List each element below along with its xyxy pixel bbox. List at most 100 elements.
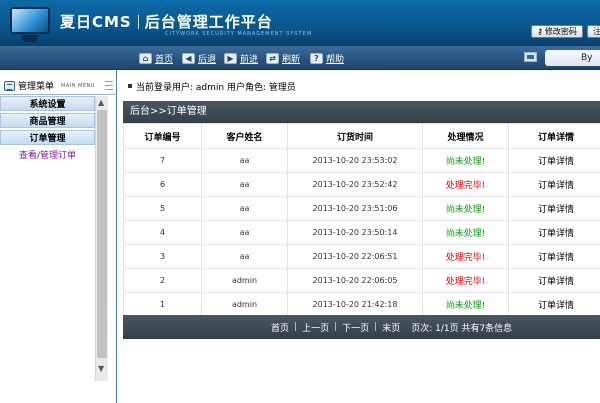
- order-detail-link[interactable]: 订单详情: [509, 269, 600, 292]
- order-table-wrapper: 订单编号 客户姓名 订货时间 处理情况 订单详情 7 aa 2013-10-20 2…: [123, 123, 600, 317]
- sidebar-item-order-management[interactable]: 订单管理: [0, 130, 95, 145]
- table-row: 7 aa 2013-10-20 23:53:02 尚未处理! 订单详情: [124, 149, 600, 172]
- order-id-cell: 6: [124, 173, 201, 196]
- pagination-bar: 首页 | 上一页 | 下一页 | 末页 页次: 1/1页 共有7条信息: [123, 315, 600, 339]
- arrow-right-icon: ▶: [224, 52, 237, 64]
- order-id-cell: 3: [124, 245, 201, 268]
- refresh-icon: ⇄: [266, 52, 279, 64]
- order-table: 订单编号 客户姓名 订货时间 处理情况 订单详情 7 aa 2013-10-20 2…: [123, 123, 600, 317]
- change-password-label: 修改密码: [544, 27, 577, 36]
- help-icon: ?: [310, 52, 323, 64]
- column-header: 订单详情: [509, 124, 600, 148]
- table-header-row: 订单编号 客户姓名 订货时间 处理情况 订单详情: [124, 124, 600, 148]
- nav-home-label: 首页: [155, 54, 174, 65]
- nav-help[interactable]: ? 帮助: [310, 51, 344, 65]
- sidebar-item-product-management[interactable]: 商品管理: [0, 113, 95, 128]
- order-detail-link[interactable]: 订单详情: [509, 221, 600, 244]
- pager-first-link[interactable]: 首页: [271, 321, 289, 334]
- order-id-cell: 1: [124, 293, 201, 316]
- column-header: 客户姓名: [202, 124, 287, 148]
- customer-name-cell: aa: [202, 197, 287, 220]
- order-detail-link[interactable]: 订单详情: [509, 293, 600, 316]
- nav-back[interactable]: ◀ 后退: [182, 51, 216, 65]
- order-time-cell: 2013-10-20 22:06:05: [288, 269, 422, 292]
- nav-forward[interactable]: ▶ 前进: [224, 51, 258, 65]
- order-time-cell: 2013-10-20 23:52:42: [288, 173, 422, 196]
- menu-icon: [4, 80, 15, 91]
- customer-name-cell: aa: [202, 245, 287, 268]
- sidebar-header: 管理菜单 MAIN MENU: [0, 77, 116, 95]
- app-subtitle: CITYWORK SECURITY MANAGEMENT SYSTEM: [165, 31, 313, 37]
- table-row: 1 admin 2013-10-20 21:42:18 尚未处理! 订单详情: [124, 293, 600, 316]
- order-id-cell: 5: [124, 197, 201, 220]
- sidebar-item-label: 系统设置: [29, 100, 66, 110]
- order-time-cell: 2013-10-20 22:06:51: [288, 245, 422, 268]
- order-time-cell: 2013-10-20 23:53:02: [288, 149, 422, 172]
- top-banner: 夏日CMS 后台管理工作平台 CITYWORK SECURITY MANAGEME…: [0, 0, 600, 46]
- customer-name-cell: admin: [202, 293, 287, 316]
- order-time-cell: 2013-10-20 21:42:18: [288, 293, 422, 316]
- sidebar-title: 管理菜单: [18, 82, 55, 92]
- customer-name-cell: admin: [202, 269, 287, 292]
- user-bar: 当前登录用户: admin 用户角色: 管理员: [128, 80, 296, 93]
- order-detail-link[interactable]: 订单详情: [509, 149, 600, 172]
- order-time-cell: 2013-10-20 23:51:06: [288, 197, 422, 220]
- table-row: 3 aa 2013-10-20 22:06:51 处理完毕! 订单详情: [124, 245, 600, 268]
- order-detail-link[interactable]: 订单详情: [509, 197, 600, 220]
- logout-label: 注: [593, 27, 600, 36]
- arrow-left-icon: ◀: [182, 52, 195, 64]
- order-time-cell: 2013-10-20 23:50:14: [288, 221, 422, 244]
- nav-back-label: 后退: [198, 54, 217, 65]
- table-row: 2 admin 2013-10-20 22:06:05 处理完毕! 订单详情: [124, 269, 600, 292]
- order-panel: 后台>>订单管理 订单编号 客户姓名 订货时间 处理情况 订单详情 7 aa 201…: [123, 101, 600, 339]
- bullet-icon: [128, 84, 132, 88]
- pager-separator: |: [374, 322, 378, 332]
- sidebar-link-label: 查看/管理订单: [18, 150, 77, 161]
- nav-refresh[interactable]: ⇄ 刷新: [266, 51, 300, 65]
- order-status-cell: 尚未处理!: [423, 293, 508, 316]
- nav-bar: ⌂ 首页 ◀ 后退 ▶ 前进 ⇄ 刷新 ? 帮助 By: [0, 46, 600, 70]
- sidebar-divider: [116, 70, 117, 403]
- sidebar-collapse-handle[interactable]: [105, 81, 113, 90]
- monitor-logo-icon: [6, 4, 54, 44]
- order-status-cell: 尚未处理!: [423, 221, 508, 244]
- logout-button[interactable]: 注: [587, 25, 600, 38]
- order-detail-link[interactable]: 订单详情: [509, 245, 600, 268]
- user-info: 当前登录用户: admin 用户角色: 管理员: [136, 82, 296, 93]
- app-name: 夏日CMS: [60, 13, 132, 31]
- sidebar-link-view-orders[interactable]: 查看/管理订单: [0, 147, 95, 161]
- order-id-cell: 2: [124, 269, 201, 292]
- scroll-thumb[interactable]: [97, 110, 107, 358]
- order-status-cell: 尚未处理!: [423, 149, 508, 172]
- customer-name-cell: aa: [202, 173, 287, 196]
- order-detail-link[interactable]: 订单详情: [509, 173, 600, 196]
- sidebar-scrollbar[interactable]: ▲ ▼: [95, 96, 108, 381]
- scroll-up-icon[interactable]: ▲: [98, 98, 104, 107]
- order-status-cell: 处理完毕!: [423, 173, 508, 196]
- table-row: 4 aa 2013-10-20 23:50:14 尚未处理! 订单详情: [124, 221, 600, 244]
- key-icon: ⚷: [537, 27, 543, 36]
- panel-title: 后台>>订单管理: [123, 101, 600, 123]
- nav-forward-label: 前进: [240, 54, 259, 65]
- pager-separator: |: [334, 322, 338, 332]
- nav-right-text: By: [581, 53, 593, 63]
- table-row: 6 aa 2013-10-20 23:52:42 处理完毕! 订单详情: [124, 173, 600, 196]
- order-id-cell: 4: [124, 221, 201, 244]
- change-password-button[interactable]: ⚷ 修改密码: [531, 25, 583, 38]
- app-title: 夏日CMS 后台管理工作平台: [60, 11, 273, 32]
- customer-name-cell: aa: [202, 221, 287, 244]
- order-status-cell: 处理完毕!: [423, 245, 508, 268]
- sidebar-menu: 系统设置 商品管理 订单管理 查看/管理订单: [0, 96, 95, 403]
- screen-icon[interactable]: [524, 52, 537, 62]
- nav-home[interactable]: ⌂ 首页: [139, 51, 173, 65]
- nav-help-label: 帮助: [326, 54, 345, 65]
- column-header: 处理情况: [423, 124, 508, 148]
- pager-last-link[interactable]: 末页: [382, 321, 400, 334]
- pager-prev-link[interactable]: 上一页: [302, 321, 329, 334]
- pager-separator: |: [294, 322, 298, 332]
- scroll-down-icon[interactable]: ▼: [98, 364, 104, 373]
- sidebar-item-system-settings[interactable]: 系统设置: [0, 96, 95, 111]
- pager-next-link[interactable]: 下一页: [342, 321, 369, 334]
- order-status-cell: 处理完毕!: [423, 269, 508, 292]
- table-row: 5 aa 2013-10-20 23:51:06 尚未处理! 订单详情: [124, 197, 600, 220]
